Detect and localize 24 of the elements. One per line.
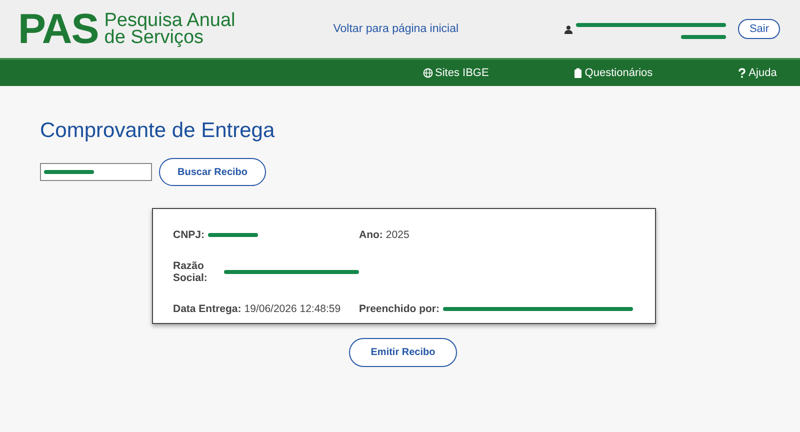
search-receipt-button[interactable]: Buscar Recibo bbox=[159, 158, 266, 186]
clipboard-icon bbox=[572, 68, 583, 78]
question-icon bbox=[736, 68, 747, 78]
redaction-mark bbox=[681, 35, 726, 39]
nav-link[interactable]: Sites IBGE bbox=[423, 67, 489, 79]
issue-receipt-button[interactable]: Emitir Recibo bbox=[349, 338, 457, 367]
logout-button[interactable]: Sair bbox=[738, 19, 780, 39]
field-label: Data Entrega: bbox=[173, 303, 242, 315]
logo-subtitle: Pesquisa Anual bbox=[104, 12, 236, 29]
receipt-number-field[interactable] bbox=[40, 163, 152, 181]
logo-subtitle: de Serviços bbox=[104, 29, 205, 46]
nav-link[interactable]: Questionários bbox=[572, 67, 653, 79]
nav-link[interactable]: Ajuda bbox=[736, 67, 777, 79]
field-label: CNPJ: bbox=[173, 229, 205, 241]
field-value: 2025 bbox=[386, 229, 410, 241]
field-label: Razão Social: bbox=[173, 260, 208, 284]
home-link[interactable]: Voltar para página inicial bbox=[333, 23, 459, 35]
field-label: Preenchido por: bbox=[359, 303, 440, 315]
user-icon bbox=[564, 25, 574, 34]
logo-text: PAS bbox=[18, 8, 98, 50]
globe-icon bbox=[423, 68, 433, 78]
field-value: 19/06/2026 12:48:59 bbox=[244, 303, 341, 315]
field-label: Ano: bbox=[359, 229, 383, 241]
page-title: Comprovante de Entrega bbox=[40, 119, 276, 143]
